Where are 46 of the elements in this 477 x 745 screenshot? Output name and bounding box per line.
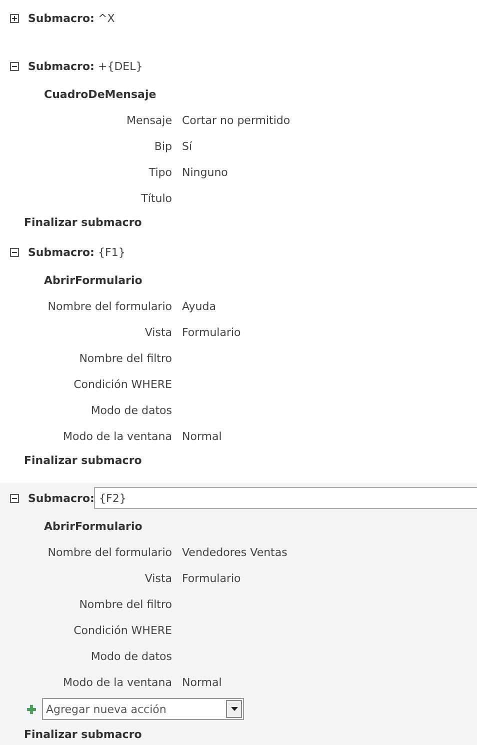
action-name[interactable]: CuadroDeMensaje	[0, 81, 477, 107]
submacro-name: {F1}	[97, 246, 126, 258]
argument-label: Modo de datos	[90, 404, 172, 416]
expand-icon[interactable]	[10, 14, 19, 22]
selected-submacro-panel[interactable]	[0, 483, 477, 745]
submacro-panel[interactable]: Submacro: {F1} AbrirFormulario Nombre del formulario Ayuda Vista Formulario Nombre del filtro Condición WHERE Modo de datos Modo de la ventana Normal Finalizar submacro	[0, 237, 477, 475]
submacro-name: ^X	[97, 12, 115, 24]
plus-icon	[27, 704, 36, 714]
end-submacro-label: Finalizar submacro	[23, 726, 143, 742]
argument-label: Modo de la ventana	[63, 676, 172, 688]
argument-value[interactable]: Normal	[182, 430, 477, 442]
action-name[interactable]: AbrirFormulario	[0, 267, 477, 293]
argument-label: Nombre del formulario	[48, 300, 172, 312]
action-name[interactable]: AbrirFormulario	[0, 513, 477, 539]
argument-label: Nombre del filtro	[79, 352, 172, 364]
argument-label: Modo de la ventana	[63, 430, 172, 442]
argument-value[interactable]: Ayuda	[182, 300, 477, 312]
argument-label: Condición WHERE	[74, 378, 172, 390]
end-submacro-label: Finalizar submacro	[23, 214, 143, 230]
argument-value[interactable]: Ninguno	[182, 166, 477, 178]
argument-value[interactable]: Cortar no permitido	[182, 114, 477, 126]
collapse-icon[interactable]	[10, 494, 19, 502]
end-submacro-label: Finalizar submacro	[23, 452, 143, 468]
argument-label: Tipo	[148, 166, 172, 178]
argument-label: Título	[141, 192, 172, 204]
add-action-dropdown[interactable]: Agregar nueva acción	[42, 698, 244, 720]
dropdown-caret-icon[interactable]	[226, 700, 242, 718]
argument-label: Nombre del formulario	[48, 546, 172, 558]
submacro-panel[interactable]: Submacro: +{DEL} CuadroDeMensaje Mensaje Cortar no permitido Bip Sí Tipo Ninguno Título Finalizar submacro	[0, 51, 477, 237]
argument-label: Modo de datos	[90, 650, 172, 662]
submacro-panel[interactable]: Submacro: ^X	[0, 3, 477, 51]
submacro-name: +{DEL}	[97, 60, 143, 72]
collapse-icon[interactable]	[10, 62, 19, 70]
argument-label: Condición WHERE	[74, 624, 172, 636]
argument-label: Vista	[144, 326, 172, 338]
argument-label: Vista	[144, 572, 172, 584]
collapse-icon[interactable]	[10, 248, 19, 256]
argument-value[interactable]: Formulario	[182, 326, 477, 338]
argument-value[interactable]: Sí	[182, 140, 477, 152]
argument-label: Nombre del filtro	[79, 598, 172, 610]
argument-label: Mensaje	[126, 114, 172, 126]
argument-value[interactable]: Normal	[182, 676, 477, 688]
argument-value[interactable]: Vendedores Ventas	[182, 546, 477, 558]
submacro-name-field[interactable]: {F2}	[94, 487, 477, 509]
argument-value[interactable]: Formulario	[182, 572, 477, 584]
argument-label: Bip	[154, 140, 172, 152]
